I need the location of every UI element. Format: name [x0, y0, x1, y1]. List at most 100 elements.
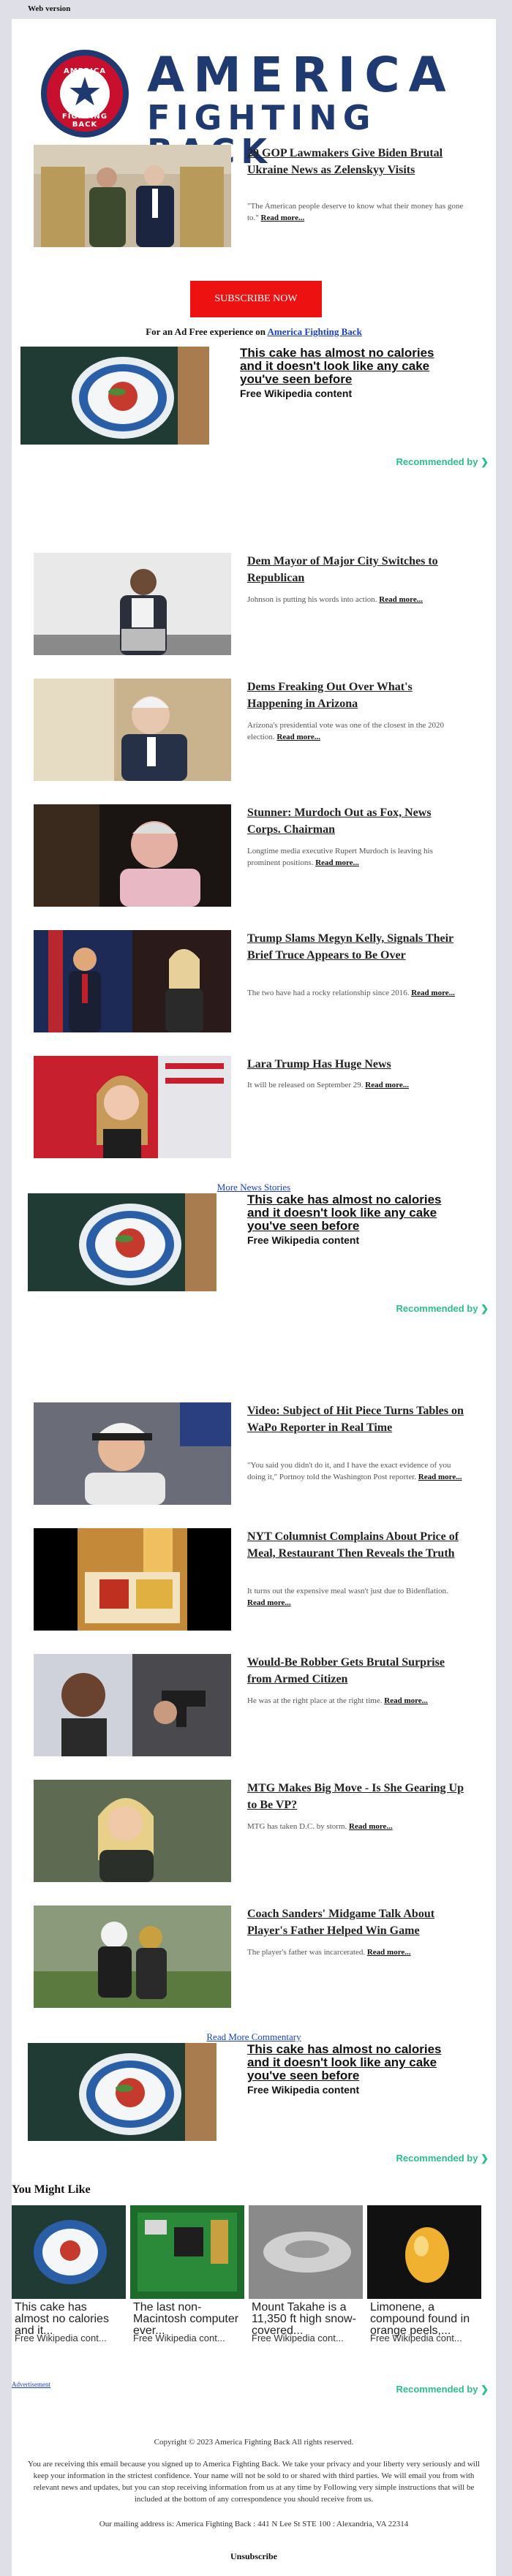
logo-wordmark-line1: AMERICA	[147, 47, 455, 103]
card-title[interactable]: Limonene, a compound found in orange pee…	[370, 2302, 480, 2337]
article-image[interactable]	[34, 679, 231, 781]
read-more-link[interactable]: Read more...	[411, 989, 455, 997]
subscribe-button[interactable]: SUBSCRIBE NOW	[190, 281, 322, 317]
recommended-by-label[interactable]: Recommended by ❯	[396, 1303, 489, 1315]
recommended-by-label[interactable]: Recommended by ❯	[396, 2384, 489, 2395]
read-more-link[interactable]: Read more...	[365, 1081, 409, 1089]
read-more-commentary-link[interactable]: Read More Commentary	[12, 2031, 496, 2043]
read-more-link[interactable]: Read more...	[367, 1948, 411, 1957]
card-source: Free Wikipedia cont...	[133, 2333, 225, 2343]
read-more-link[interactable]: Read more...	[315, 858, 359, 867]
more-news-link[interactable]: More News Stories	[12, 1182, 496, 1193]
outbrain-icon: ❯	[481, 456, 489, 467]
article-image[interactable]	[34, 1528, 231, 1631]
article-title[interactable]: NYT Columnist Complains About Price of M…	[247, 1528, 467, 1562]
article-card: Would-Be Robber Gets Brutal Surprise fro…	[34, 1654, 473, 1756]
logo-arc-top: AMERICA	[63, 67, 107, 75]
article-desc: "The American people deserve to know wha…	[247, 202, 464, 222]
article-image[interactable]	[34, 804, 231, 907]
recommended-image[interactable]	[20, 347, 209, 445]
article-image[interactable]	[34, 1402, 231, 1505]
article-title[interactable]: Lara Trump Has Huge News	[247, 1056, 467, 1073]
article-card: Stunner: Murdoch Out as Fox, News Corps.…	[34, 804, 473, 907]
card-image[interactable]	[367, 2205, 481, 2299]
read-more-link[interactable]: Read more...	[349, 1822, 393, 1831]
read-more-link[interactable]: Read more...	[261, 214, 305, 222]
article-image[interactable]	[34, 145, 231, 247]
article-card: Trump Slams Megyn Kelly, Signals Their B…	[34, 930, 473, 1032]
article-card: MTG Makes Big Move - Is She Gearing Up t…	[34, 1780, 473, 1882]
article-card: NYT Columnist Complains About Price of M…	[34, 1528, 473, 1631]
card-title[interactable]: Mount Takahe is a 11,350 ft high snow-co…	[252, 2302, 361, 2337]
recommended-image[interactable]	[28, 2043, 217, 2141]
recommended-title[interactable]: This cake has almost no calories and it …	[247, 1193, 467, 1233]
article-desc: Arizona's presidential vote was one of t…	[247, 721, 444, 741]
ad-free-link[interactable]: America Fighting Back	[268, 326, 362, 337]
site-logo[interactable]: ★ AMERICA FIGHTING BACK AMERICA FIGHTING…	[41, 34, 480, 168]
recommended-card[interactable]: This cake has almost no calories and it.…	[12, 2205, 126, 2344]
article-title[interactable]: Dem Mayor of Major City Switches to Repu…	[247, 553, 467, 586]
recommended-source: Free Wikipedia content	[247, 1234, 360, 1246]
article-title[interactable]: 29 GOP Lawmakers Give Biden Brutal Ukrai…	[247, 145, 467, 178]
card-title[interactable]: The last non-Macintosh computer ever...	[133, 2302, 243, 2337]
article-title[interactable]: Would-Be Robber Gets Brutal Surprise fro…	[247, 1654, 467, 1688]
recommended-card[interactable]: Limonene, a compound found in orange pee…	[367, 2205, 481, 2344]
recommended-card[interactable]: Mount Takahe is a 11,350 ft high snow-co…	[249, 2205, 363, 2344]
recommended-source: Free Wikipedia content	[240, 388, 353, 399]
recommended-widget: This cake has almost no calories and it …	[28, 2043, 496, 2164]
article-title[interactable]: Stunner: Murdoch Out as Fox, News Corps.…	[247, 804, 467, 838]
card-source: Free Wikipedia cont...	[252, 2333, 344, 2343]
article-image[interactable]	[34, 1654, 231, 1756]
article-image[interactable]	[34, 1780, 231, 1882]
read-more-link[interactable]: Read more...	[276, 733, 320, 741]
article-card: Lara Trump Has Huge News It will be rele…	[34, 1056, 473, 1158]
article-card: Coach Sanders' Midgame Talk About Player…	[34, 1905, 473, 2008]
article-desc: MTG has taken D.C. by storm. Read more..…	[247, 1822, 393, 1831]
article-image[interactable]	[34, 553, 231, 655]
footer-notice: You are receiving this email because you…	[28, 2460, 480, 2504]
card-title[interactable]: This cake has almost no calories and it.…	[15, 2302, 124, 2337]
read-more-link[interactable]: Read more...	[418, 1473, 462, 1481]
top-article: 29 GOP Lawmakers Give Biden Brutal Ukrai…	[34, 145, 473, 247]
article-desc: The player's father was incarcerated. Re…	[247, 1948, 411, 1957]
ad-free-notice: For an Ad Free experience on America Fig…	[146, 326, 362, 337]
article-title[interactable]: Trump Slams Megyn Kelly, Signals Their B…	[247, 930, 467, 964]
article-image[interactable]	[34, 1905, 231, 2008]
email-body: ★ AMERICA FIGHTING BACK AMERICA FIGHTING…	[12, 19, 496, 2576]
recommended-by-label[interactable]: Recommended by ❯	[396, 456, 489, 468]
article-title[interactable]: Video: Subject of Hit Piece Turns Tables…	[247, 1402, 467, 1436]
article-desc: Longtime media executive Rupert Murdoch …	[247, 847, 433, 867]
recommended-source: Free Wikipedia content	[247, 2084, 360, 2096]
advertisement-link[interactable]: Advertisement	[12, 2381, 50, 2388]
article-title[interactable]: Dems Freaking Out Over What's Happening …	[247, 679, 467, 712]
read-more-link[interactable]: Read more...	[384, 1696, 428, 1705]
footer-copyright: Copyright © 2023 America Fighting Back A…	[154, 2438, 354, 2447]
outbrain-icon: ❯	[481, 2384, 489, 2395]
read-more-link[interactable]: Read more...	[247, 1598, 291, 1607]
recommended-widget: This cake has almost no calories and it …	[28, 1193, 496, 1314]
recommended-image[interactable]	[28, 1193, 217, 1291]
article-image[interactable]	[34, 1056, 231, 1158]
article-desc: He was at the right place at the right t…	[247, 1696, 428, 1705]
article-desc: "You said you didn't do it, and I have t…	[247, 1461, 462, 1481]
recommended-card[interactable]: The last non-Macintosh computer ever... …	[130, 2205, 244, 2344]
recommended-title[interactable]: This cake has almost no calories and it …	[240, 347, 459, 386]
article-image[interactable]	[34, 930, 231, 1032]
article-desc: Johnson is putting his words into action…	[247, 595, 423, 604]
unsubscribe-link[interactable]: Unsubscribe	[12, 2551, 496, 2562]
article-desc: It will be released on September 29. Rea…	[247, 1081, 409, 1089]
web-version-link[interactable]: Web version	[28, 4, 70, 13]
article-title[interactable]: Coach Sanders' Midgame Talk About Player…	[247, 1905, 467, 1939]
read-more-link[interactable]: Read more...	[379, 595, 423, 604]
article-card: Dem Mayor of Major City Switches to Repu…	[34, 553, 473, 655]
card-source: Free Wikipedia cont...	[370, 2333, 462, 2343]
article-card: Video: Subject of Hit Piece Turns Tables…	[34, 1402, 473, 1505]
recommended-title[interactable]: This cake has almost no calories and it …	[247, 2043, 467, 2082]
recommended-by-label[interactable]: Recommended by ❯	[396, 2153, 489, 2164]
card-image[interactable]	[130, 2205, 244, 2299]
logo-arc-bottom: FIGHTING BACK	[61, 113, 108, 129]
article-desc: The two have had a rocky relationship si…	[247, 989, 455, 997]
article-title[interactable]: MTG Makes Big Move - Is She Gearing Up t…	[247, 1780, 467, 1813]
card-image[interactable]	[249, 2205, 363, 2299]
card-image[interactable]	[12, 2205, 126, 2299]
